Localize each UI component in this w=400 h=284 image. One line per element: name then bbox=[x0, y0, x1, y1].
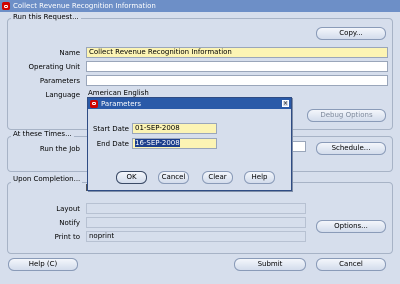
dialog-title-bar: Parameters bbox=[88, 98, 291, 109]
copy-button[interactable]: Copy... bbox=[316, 27, 386, 40]
parameters-label: Parameters bbox=[39, 77, 80, 85]
end-date-value: 16-SEP-2008 bbox=[135, 139, 180, 147]
print-to-field[interactable]: noprint bbox=[86, 231, 306, 242]
close-icon[interactable]: × bbox=[282, 100, 289, 107]
notify-field[interactable] bbox=[86, 217, 306, 228]
run-job-field[interactable] bbox=[292, 141, 306, 152]
start-date-field[interactable]: 01-SEP-2008 bbox=[132, 123, 217, 134]
clear-button[interactable]: Clear bbox=[202, 171, 233, 184]
operating-unit-field[interactable] bbox=[86, 61, 388, 72]
end-date-label: End Date bbox=[96, 140, 129, 148]
layout-label: Layout bbox=[56, 205, 80, 213]
options-button[interactable]: Options... bbox=[316, 220, 386, 233]
parameters-dialog: Parameters × Start Date 01-SEP-2008 End … bbox=[87, 97, 292, 191]
completion-legend: Upon Completion... bbox=[11, 175, 83, 183]
schedule-button[interactable]: Schedule... bbox=[316, 142, 386, 155]
times-legend: At these Times... bbox=[11, 130, 74, 138]
start-date-label: Start Date bbox=[92, 125, 129, 133]
cancel-button[interactable]: Cancel bbox=[316, 258, 386, 271]
oracle-icon bbox=[90, 99, 98, 108]
end-date-field[interactable]: 16-SEP-2008 bbox=[132, 138, 217, 149]
run-request-legend: Run this Request... bbox=[11, 13, 81, 21]
print-to-label: Print to bbox=[54, 233, 80, 241]
submit-button[interactable]: Submit bbox=[234, 258, 306, 271]
window-title: Collect Revenue Recognition Information bbox=[13, 2, 156, 10]
notify-label: Notify bbox=[59, 219, 80, 227]
dialog-help-button[interactable]: Help bbox=[244, 171, 275, 184]
parameters-field[interactable] bbox=[86, 75, 388, 86]
name-field[interactable]: Collect Revenue Recognition Information bbox=[86, 47, 388, 58]
debug-options-button[interactable]: Debug Options bbox=[307, 109, 386, 122]
window-title-bar: Collect Revenue Recognition Information bbox=[0, 0, 400, 12]
language-label: Language bbox=[45, 91, 80, 99]
oracle-icon bbox=[2, 2, 10, 10]
operating-unit-label: Operating Unit bbox=[28, 63, 80, 71]
layout-field[interactable] bbox=[86, 203, 306, 214]
ok-button[interactable]: OK bbox=[116, 171, 147, 184]
run-job-label: Run the Job bbox=[39, 145, 80, 153]
help-button[interactable]: Help (C) bbox=[8, 258, 78, 271]
dialog-title: Parameters bbox=[101, 99, 142, 108]
name-label: Name bbox=[59, 49, 80, 57]
dialog-cancel-button[interactable]: Cancel bbox=[158, 171, 189, 184]
